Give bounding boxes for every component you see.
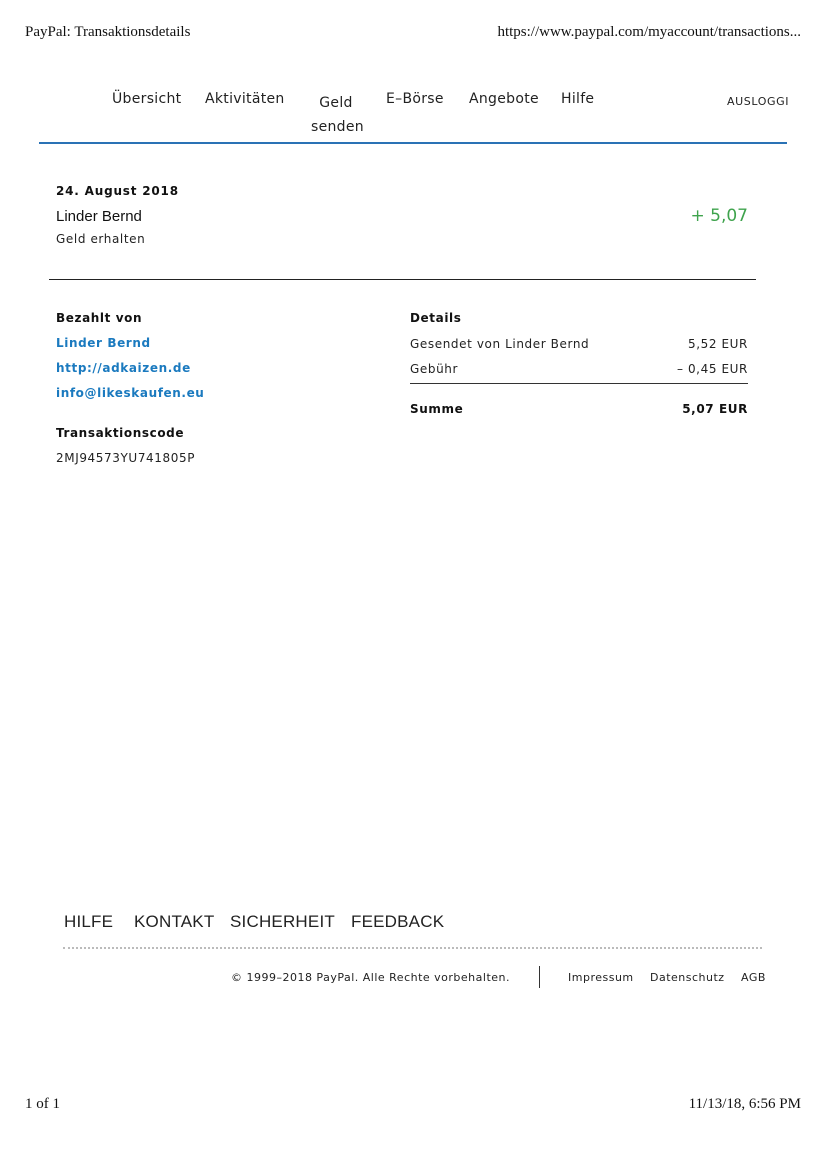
transaction-type: Geld erhalten <box>56 232 146 246</box>
copyright-text: © 1999–2018 PayPal. Alle Rechte vorbehal… <box>230 971 510 984</box>
payer-name-link[interactable]: Linder Bernd <box>56 336 151 350</box>
nav-help[interactable]: Hilfe <box>561 91 594 107</box>
logout-link[interactable]: AUSLOGGI <box>727 95 789 108</box>
nav-overview[interactable]: Übersicht <box>112 91 181 107</box>
nav-divider <box>39 142 787 144</box>
print-page-url: https://www.paypal.com/myaccount/transac… <box>497 24 801 40</box>
impressum-link[interactable]: Impressum <box>568 971 634 984</box>
nav-activities[interactable]: Aktivitäten <box>205 91 285 107</box>
details-row-value: 5,52 EUR <box>687 337 748 351</box>
footer-divider <box>63 947 762 949</box>
privacy-link[interactable]: Datenschutz <box>650 971 725 984</box>
transaction-code-heading: Transaktionscode <box>56 426 185 440</box>
terms-link[interactable]: AGB <box>741 971 766 984</box>
nav-ebourse[interactable]: E–Börse <box>386 91 444 107</box>
details-heading: Details <box>410 311 462 325</box>
payer-website-link[interactable]: http://adkaizen.de <box>56 361 191 375</box>
footer-link-help[interactable]: HILFE <box>64 912 113 932</box>
transaction-name: Linder Bernd <box>56 208 142 225</box>
nav-send-money-line1: Geld <box>319 95 353 111</box>
summary-divider <box>49 279 756 280</box>
transaction-date: 24. August 2018 <box>56 184 179 198</box>
paid-by-heading: Bezahlt von <box>56 311 143 325</box>
details-total-label: Summe <box>410 402 464 416</box>
details-row-label: Gebühr <box>410 362 459 376</box>
footer-separator <box>539 966 540 988</box>
print-page-title: PayPal: Transaktionsdetails <box>25 24 191 40</box>
print-page-count: 1 of 1 <box>25 1096 60 1112</box>
nav-send-money[interactable]: Geld senden <box>311 91 364 139</box>
details-total-value: 5,07 EUR <box>682 402 748 416</box>
transaction-amount: + 5,07 <box>690 206 749 226</box>
details-total-divider <box>410 383 748 384</box>
footer-link-contact[interactable]: KONTAKT <box>134 912 214 932</box>
nav-offers[interactable]: Angebote <box>469 91 539 107</box>
payer-email-link[interactable]: info@likeskaufen.eu <box>56 386 204 400</box>
details-row-value: – 0,45 EUR <box>676 362 748 376</box>
footer-link-feedback[interactable]: FEEDBACK <box>351 912 444 932</box>
transaction-code-value: 2MJ94573YU741805P <box>56 451 196 465</box>
details-row-label: Gesendet von Linder Bernd <box>410 337 590 351</box>
print-datetime: 11/13/18, 6:56 PM <box>688 1096 801 1112</box>
footer-link-security[interactable]: SICHERHEIT <box>230 912 335 932</box>
nav-send-money-line2: senden <box>311 119 364 135</box>
